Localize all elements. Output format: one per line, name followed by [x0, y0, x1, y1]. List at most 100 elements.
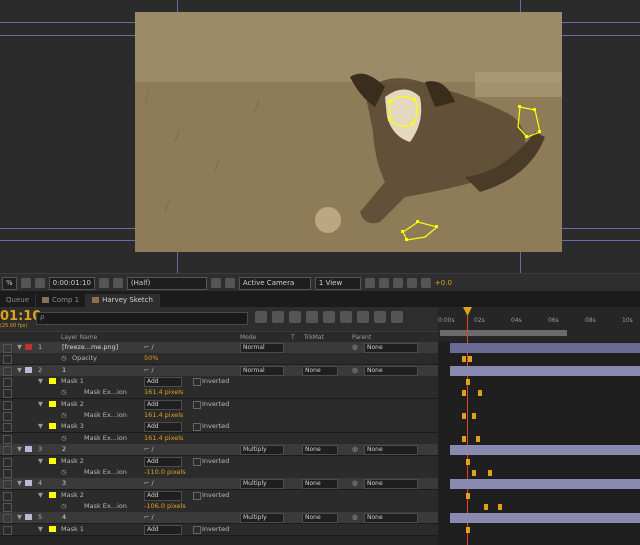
- twirl-icon[interactable]: ▼: [17, 444, 22, 455]
- parent-dropdown[interactable]: None: [364, 479, 418, 489]
- pick-whip-icon[interactable]: ◎: [352, 444, 358, 455]
- mask-color-swatch[interactable]: [49, 423, 56, 429]
- twirl-icon[interactable]: ▼: [17, 478, 22, 489]
- visibility-toggle[interactable]: [3, 435, 12, 444]
- mask-color-swatch[interactable]: [49, 492, 56, 498]
- layer-name[interactable]: 1: [62, 365, 66, 376]
- mask-name[interactable]: Mask 2: [61, 456, 84, 467]
- parent-dropdown[interactable]: None: [364, 366, 418, 376]
- mask-row[interactable]: ▼ Mask 3 Add Inverted: [0, 421, 438, 433]
- current-time-field[interactable]: 0:00:01:10: [48, 276, 95, 290]
- stopwatch-icon[interactable]: ◷: [61, 410, 67, 421]
- blend-mode-dropdown[interactable]: Multiply: [240, 479, 284, 489]
- reset-exposure-icon[interactable]: [420, 278, 431, 288]
- shape-switch-icon[interactable]: ⌐ /: [144, 512, 154, 523]
- property-value[interactable]: 161.4 pixels: [144, 433, 183, 444]
- stopwatch-icon[interactable]: ◷: [61, 501, 67, 512]
- visibility-toggle[interactable]: [3, 458, 12, 467]
- graph-editor-icon[interactable]: [391, 311, 403, 323]
- layer-row[interactable]: ▼ 3 2 ⌐ / Multiply None ◎ None: [0, 444, 438, 456]
- stopwatch-icon[interactable]: ◷: [61, 467, 67, 478]
- parent-dropdown[interactable]: None: [364, 513, 418, 523]
- visibility-toggle[interactable]: [3, 423, 12, 432]
- region-of-interest-icon[interactable]: [210, 278, 221, 288]
- parent-dropdown[interactable]: None: [364, 343, 418, 353]
- property-value[interactable]: 50%: [144, 353, 158, 364]
- keyframe-marker[interactable]: [488, 470, 492, 476]
- snapshot-icon[interactable]: [98, 278, 109, 288]
- layer-duration-bar[interactable]: [450, 479, 640, 489]
- track-matte-dropdown[interactable]: None: [302, 445, 338, 455]
- keyframe-marker[interactable]: [462, 436, 466, 442]
- twirl-icon[interactable]: ▼: [17, 342, 22, 353]
- column-trkmat[interactable]: TrkMat: [304, 334, 324, 341]
- column-t[interactable]: T: [291, 334, 295, 341]
- pick-whip-icon[interactable]: ◎: [352, 478, 358, 489]
- mask-name[interactable]: Mask 1: [61, 376, 84, 387]
- layer-duration-bar[interactable]: [450, 366, 640, 376]
- mask-color-swatch[interactable]: [49, 526, 56, 532]
- fast-previews-icon[interactable]: [378, 278, 389, 288]
- keyframe-marker[interactable]: [476, 436, 480, 442]
- resolution-dropdown[interactable]: (Half): [126, 276, 207, 290]
- blend-mode-dropdown[interactable]: Normal: [240, 366, 284, 376]
- mask-mode-dropdown[interactable]: Add: [144, 400, 182, 410]
- tab-render-queue[interactable]: Queue: [0, 294, 36, 307]
- twirl-icon[interactable]: ▼: [38, 524, 43, 535]
- mask-color-swatch[interactable]: [49, 458, 56, 464]
- property-row[interactable]: ◷ Mask Ex...ion 161.4 pixels: [0, 387, 438, 399]
- twirl-icon[interactable]: ▼: [38, 421, 43, 432]
- twirl-icon[interactable]: ▼: [17, 512, 22, 523]
- safe-zones-icon[interactable]: [20, 278, 31, 288]
- property-value[interactable]: 161.4 pixels: [144, 410, 183, 421]
- mask-row[interactable]: ▼ Mask 1 Add Inverted: [0, 524, 438, 536]
- keyframe-marker[interactable]: [472, 470, 476, 476]
- mask-mode-dropdown[interactable]: Add: [144, 377, 182, 387]
- keyframe-marker[interactable]: [462, 390, 466, 396]
- twirl-icon[interactable]: ▼: [17, 365, 22, 376]
- dog-photo-frame[interactable]: [135, 12, 562, 252]
- shy-layers-icon[interactable]: [306, 311, 318, 323]
- visibility-toggle[interactable]: [3, 401, 12, 410]
- inverted-checkbox[interactable]: [193, 378, 201, 386]
- timeline-icon[interactable]: [392, 278, 403, 288]
- keyframe-marker[interactable]: [472, 413, 476, 419]
- layer-name[interactable]: 3: [62, 478, 66, 489]
- twirl-icon[interactable]: ▼: [38, 490, 43, 501]
- visibility-toggle[interactable]: [3, 389, 12, 398]
- visibility-toggle[interactable]: [3, 492, 12, 501]
- layer-duration-bar[interactable]: [450, 445, 640, 455]
- composition-viewer[interactable]: [0, 0, 640, 273]
- auto-keyframe-icon[interactable]: [374, 311, 386, 323]
- visibility-toggle[interactable]: [3, 469, 12, 478]
- property-value[interactable]: -106.0 pixels: [144, 501, 186, 512]
- keyframe-marker[interactable]: [466, 527, 470, 533]
- blend-mode-dropdown[interactable]: Multiply: [240, 445, 284, 455]
- flowchart-icon[interactable]: [406, 278, 417, 288]
- mask-name[interactable]: Mask 3: [61, 421, 84, 432]
- layer-row[interactable]: ▼ 4 3 ⌐ / Multiply None ◎ None: [0, 478, 438, 490]
- tab-harvey-sketch[interactable]: Harvey Sketch: [86, 294, 160, 307]
- live-update-icon[interactable]: [272, 311, 284, 323]
- visibility-toggle[interactable]: [3, 480, 12, 489]
- track-matte-dropdown[interactable]: None: [302, 366, 338, 376]
- label-color-swatch[interactable]: [25, 367, 32, 373]
- keyframe-marker[interactable]: [498, 504, 502, 510]
- column-parent[interactable]: Parent: [352, 334, 371, 341]
- mask-mode-dropdown[interactable]: Add: [144, 457, 182, 467]
- keyframe-marker[interactable]: [462, 413, 466, 419]
- visibility-toggle[interactable]: [3, 378, 12, 387]
- visibility-toggle[interactable]: [3, 367, 12, 376]
- blend-mode-dropdown[interactable]: Multiply: [240, 513, 284, 523]
- mask-name[interactable]: Mask 1: [61, 524, 84, 535]
- visibility-toggle[interactable]: [3, 355, 12, 364]
- brainstorm-icon[interactable]: [357, 311, 369, 323]
- column-layer-name[interactable]: Layer Name: [61, 334, 97, 341]
- shape-switch-icon[interactable]: ⌐ /: [144, 365, 154, 376]
- visibility-toggle[interactable]: [3, 514, 12, 523]
- grid-icon[interactable]: [34, 278, 45, 288]
- layer-row[interactable]: ▼ 5 4 ⌐ / Multiply None ◎ None: [0, 512, 438, 524]
- draft-3d-icon[interactable]: [289, 311, 301, 323]
- mask-color-swatch[interactable]: [49, 401, 56, 407]
- layer-duration-bar[interactable]: [450, 343, 640, 353]
